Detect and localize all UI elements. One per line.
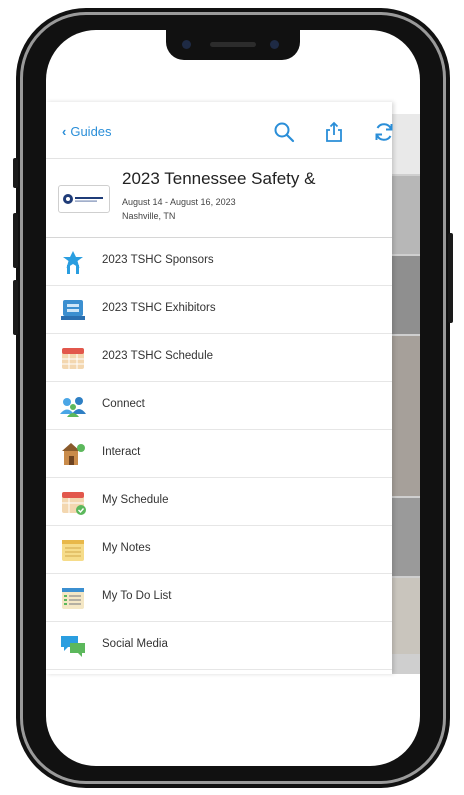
phone-frame: ‹ Guides 2023 Tennessee Safety & August … <box>13 8 453 788</box>
menu-item-interact[interactable]: Interact <box>46 430 392 478</box>
menu-item-label: 2023 TSHC Schedule <box>102 350 214 362</box>
event-header[interactable]: 2023 Tennessee Safety & August 14 - Augu… <box>46 158 392 238</box>
sponsors-icon <box>63 251 83 274</box>
menu-item-todo-list[interactable]: My To Do List <box>46 574 392 622</box>
background-tile <box>392 256 420 334</box>
silent-switch <box>13 158 18 188</box>
event-title: 2023 Tennessee Safety & <box>122 169 316 188</box>
sensor-dot <box>270 40 279 49</box>
menu-item-label: My To Do List <box>102 590 172 602</box>
chevron-left-icon: ‹ <box>62 124 67 139</box>
notch <box>166 30 300 60</box>
volume-up-button <box>13 213 18 268</box>
background-tile <box>392 578 420 654</box>
interact-icon <box>62 443 85 465</box>
back-button[interactable]: ‹ Guides <box>62 124 112 139</box>
camera-dot <box>182 40 191 49</box>
guide-drawer: ‹ Guides 2023 Tennessee Safety & August … <box>46 102 393 674</box>
background-tile <box>392 114 420 174</box>
todo-list-icon <box>62 588 84 609</box>
notes-icon <box>62 540 84 561</box>
drawer-toolbar: ‹ Guides <box>46 102 393 158</box>
menu-item-connect[interactable]: Connect <box>46 382 392 430</box>
refresh-icon[interactable] <box>372 120 396 144</box>
event-logo <box>58 185 110 213</box>
menu-item-label: Connect <box>102 398 145 410</box>
background-tile <box>392 176 420 254</box>
event-location: Nashville, TN <box>122 211 176 221</box>
my-schedule-icon <box>62 492 86 515</box>
phone-screen: ‹ Guides 2023 Tennessee Safety & August … <box>46 30 420 766</box>
exhibitors-icon <box>61 300 85 320</box>
connect-icon <box>60 397 86 417</box>
menu-item-sponsors[interactable]: 2023 TSHC Sponsors <box>46 238 392 286</box>
power-button <box>448 233 453 323</box>
volume-down-button <box>13 280 18 335</box>
menu-item-label: My Notes <box>102 542 151 554</box>
menu-item-label: My Schedule <box>102 494 169 506</box>
menu-item-label: 2023 TSHC Sponsors <box>102 254 214 266</box>
back-label: Guides <box>70 124 112 139</box>
social-media-icon <box>61 636 85 657</box>
menu-item-label: 2023 TSHC Exhibitors <box>102 302 216 314</box>
menu-item-my-notes[interactable]: My Notes <box>46 526 392 574</box>
menu-item-social-media[interactable]: Social Media <box>46 622 392 670</box>
event-dates: August 14 - August 16, 2023 <box>122 197 236 207</box>
background-tile <box>392 498 420 576</box>
background-content <box>392 114 420 674</box>
menu-item-my-schedule[interactable]: My Schedule <box>46 478 392 526</box>
menu-item-label: Interact <box>102 446 141 458</box>
share-icon[interactable] <box>322 120 346 144</box>
menu-item-schedule[interactable]: 2023 TSHC Schedule <box>46 334 392 382</box>
speaker-grill <box>210 42 256 47</box>
menu-item-label: Social Media <box>102 638 168 650</box>
schedule-icon <box>62 348 84 369</box>
background-tile <box>392 336 420 496</box>
menu-item-exhibitors[interactable]: 2023 TSHC Exhibitors <box>46 286 392 334</box>
search-icon[interactable] <box>272 120 296 144</box>
